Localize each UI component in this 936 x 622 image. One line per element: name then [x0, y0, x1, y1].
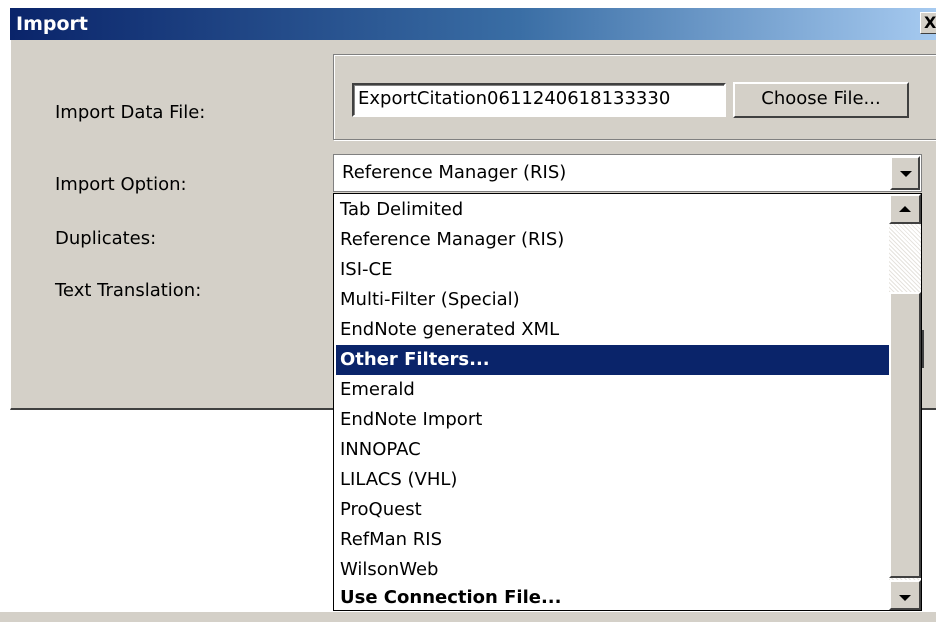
dropdown-item-innopac[interactable]: INNOPAC [336, 435, 889, 465]
import-option-value: Reference Manager (RIS) [342, 162, 567, 183]
scroll-down-button[interactable] [889, 580, 921, 610]
chevron-down-icon [900, 171, 912, 177]
arrow-up-icon [899, 206, 911, 212]
dropdown-item-proquest[interactable]: ProQuest [336, 495, 889, 525]
dropdown-item-endnote-import[interactable]: EndNote Import [336, 405, 889, 435]
bottom-status-strip [0, 612, 936, 622]
choose-file-button[interactable]: Choose File... [733, 82, 909, 118]
title-bar: Import X [10, 8, 936, 40]
dropdown-item-emerald[interactable]: Emerald [336, 375, 889, 405]
text-translation-label: Text Translation: [55, 280, 202, 301]
import-file-input[interactable]: ExportCitation0611240618133330 [352, 83, 726, 117]
dropdown-item-tab-delimited[interactable]: Tab Delimited [336, 195, 889, 225]
import-option-select[interactable]: Reference Manager (RIS) [333, 154, 922, 192]
dropdown-item-wilsonweb[interactable]: WilsonWeb [336, 555, 889, 585]
file-group-box: ExportCitation0611240618133330 Choose Fi… [333, 54, 936, 140]
import-option-dropdown-button[interactable] [890, 156, 920, 190]
dropdown-item-endnote-xml[interactable]: EndNote generated XML [336, 315, 889, 345]
dropdown-scrollbar[interactable] [889, 194, 921, 610]
import-data-file-label: Import Data File: [55, 102, 206, 123]
import-option-dropdown-list[interactable]: Tab Delimited Reference Manager (RIS) IS… [333, 193, 922, 611]
import-option-label: Import Option: [55, 174, 187, 195]
dropdown-item-lilacs[interactable]: LILACS (VHL) [336, 465, 889, 495]
arrow-down-icon [899, 595, 911, 601]
dropdown-item-multi-filter[interactable]: Multi-Filter (Special) [336, 285, 889, 315]
dropdown-item-reference-manager-ris[interactable]: Reference Manager (RIS) [336, 225, 889, 255]
window-title: Import [16, 13, 88, 35]
dropdown-item-refman-ris[interactable]: RefMan RIS [336, 525, 889, 555]
close-button[interactable]: X [920, 12, 936, 34]
dropdown-item-other-filters[interactable]: Other Filters... [336, 345, 889, 375]
close-icon: X [924, 13, 936, 32]
dropdown-item-isi-ce[interactable]: ISI-CE [336, 255, 889, 285]
scroll-thumb[interactable] [889, 292, 921, 578]
scroll-up-button[interactable] [889, 194, 921, 224]
dialog-edge [922, 330, 930, 368]
duplicates-label: Duplicates: [55, 228, 157, 249]
dropdown-item-use-connection-file[interactable]: Use Connection File... [336, 583, 889, 613]
